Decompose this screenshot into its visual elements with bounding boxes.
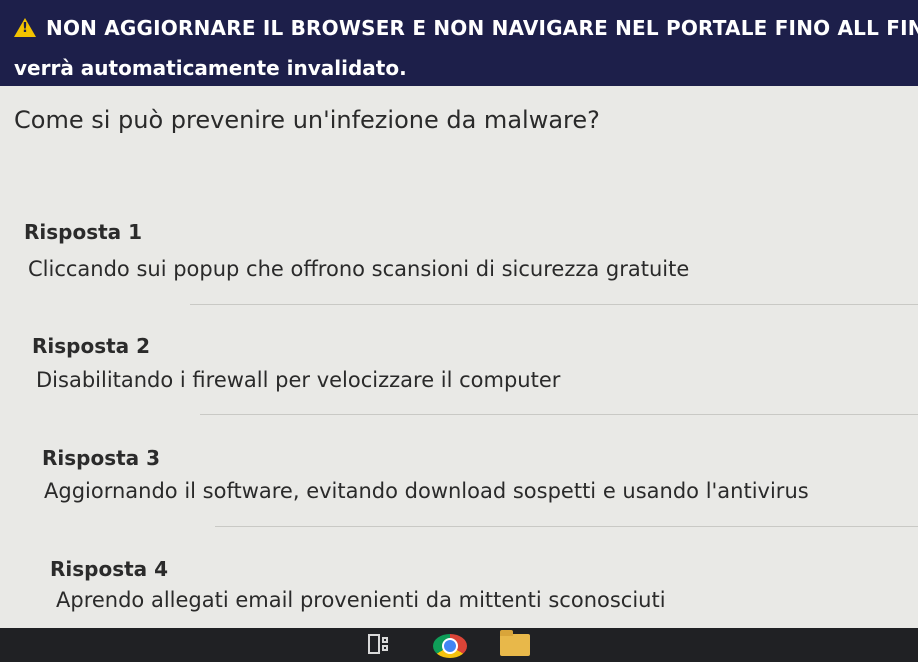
answer-2-option[interactable]: Disabilitando i firewall per velocizzare… (36, 368, 560, 392)
warning-banner: NON AGGIORNARE IL BROWSER E NON NAVIGARE… (0, 0, 918, 86)
warning-icon (14, 18, 36, 37)
answer-1-label: Risposta 1 (24, 220, 143, 244)
banner-message: NON AGGIORNARE IL BROWSER E NON NAVIGARE… (46, 16, 918, 40)
taskbar (0, 628, 918, 662)
divider (190, 304, 918, 305)
chrome-icon[interactable] (433, 634, 467, 658)
answer-3-option[interactable]: Aggiornando il software, evitando downlo… (44, 479, 809, 503)
divider (215, 526, 918, 527)
file-explorer-icon[interactable] (500, 630, 530, 656)
answer-4-label: Risposta 4 (50, 557, 169, 581)
answer-2-label: Risposta 2 (32, 334, 151, 358)
answer-4-option[interactable]: Aprendo allegati email provenienti da mi… (56, 588, 666, 612)
question-text: Come si può prevenire un'infezione da ma… (14, 106, 600, 134)
banner-line-1: NON AGGIORNARE IL BROWSER E NON NAVIGARE… (14, 16, 918, 40)
banner-line-2: verrà automaticamente invalidato. (14, 56, 407, 80)
answer-1-option[interactable]: Cliccando sui popup che offrono scansion… (28, 257, 689, 281)
divider (200, 414, 918, 415)
answer-3-label: Risposta 3 (42, 446, 161, 470)
task-view-icon[interactable] (368, 634, 388, 654)
